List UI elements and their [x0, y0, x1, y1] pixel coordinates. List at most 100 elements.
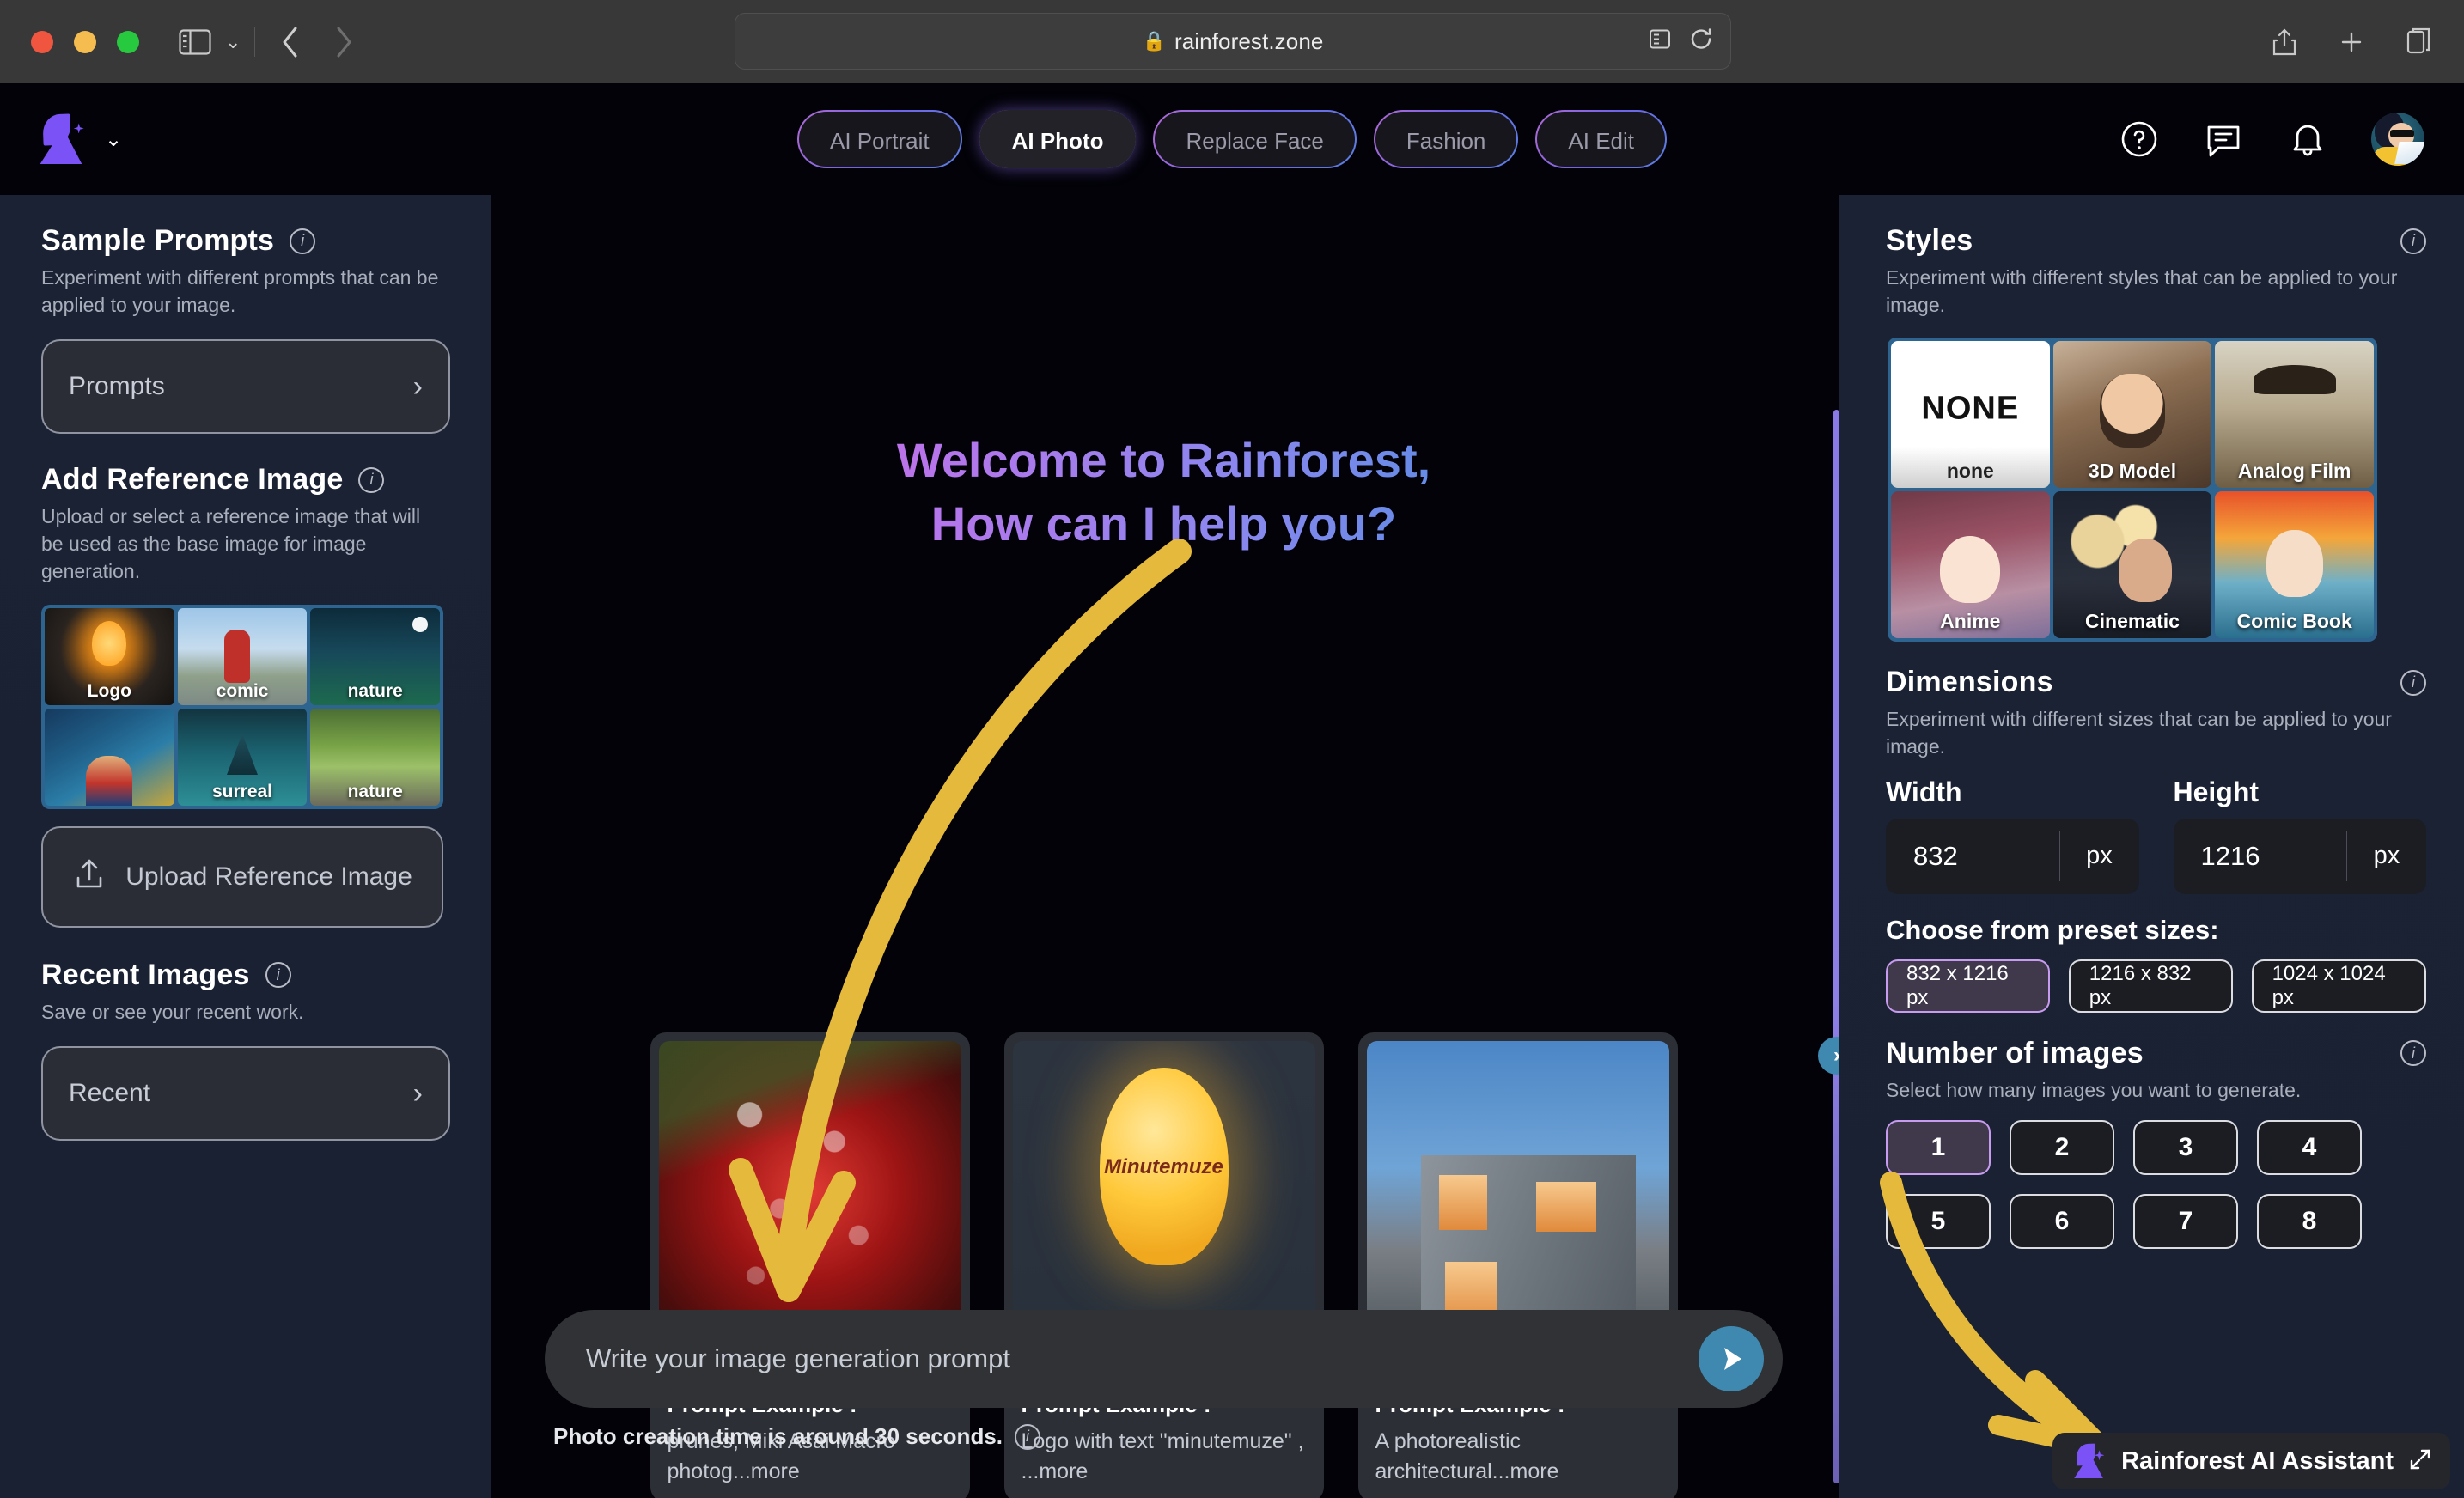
style-option-3d-model[interactable]: 3D Model: [2052, 341, 2212, 489]
width-input[interactable]: 832 px: [1886, 818, 2139, 894]
chevron-right-icon: ›: [412, 369, 423, 403]
maximize-window-button[interactable]: [117, 30, 139, 53]
reference-thumb-label: comic: [216, 680, 269, 701]
number-of-images-options: 1 2 3 4 5 6 7 8: [1886, 1119, 2426, 1249]
number-option-8[interactable]: 8: [2257, 1193, 2362, 1249]
tab-ai-portrait[interactable]: AI Portrait: [797, 110, 962, 168]
tab-replace-face[interactable]: Replace Face: [1153, 110, 1357, 168]
sample-prompts-subtitle: Experiment with different prompts that c…: [41, 266, 439, 316]
preset-size-options: 832 x 1216 px 1216 x 832 px 1024 x 1024 …: [1886, 959, 2426, 1013]
style-option-label: 3D Model: [2088, 460, 2177, 483]
number-option-5[interactable]: 5: [1886, 1193, 1991, 1249]
prompt-input-placeholder: Write your image generation prompt: [586, 1343, 1010, 1373]
reference-thumb-comic[interactable]: comic: [177, 607, 308, 705]
info-icon[interactable]: i: [265, 962, 291, 989]
preset-1216x832[interactable]: 1216 x 832 px: [2068, 959, 2233, 1013]
number-of-images-title: Number of images: [1886, 1036, 2144, 1069]
add-reference-title: Add Reference Image: [41, 463, 344, 496]
prompt-input[interactable]: Write your image generation prompt: [545, 1310, 1783, 1408]
reference-thumb-nature-forest[interactable]: nature: [310, 708, 440, 806]
height-value: 1216: [2200, 840, 2260, 871]
chevron-down-icon[interactable]: ⌄: [105, 127, 122, 152]
style-option-analog-film[interactable]: Analog Film: [2215, 341, 2374, 489]
help-circle-icon[interactable]: [2119, 119, 2160, 160]
reference-thumb-art[interactable]: Art: [45, 708, 174, 806]
tab-ai-photo[interactable]: AI Photo: [979, 110, 1137, 168]
reload-icon[interactable]: [1689, 27, 1713, 56]
preset-sizes-label: Choose from preset sizes:: [1886, 914, 2219, 945]
height-unit: px: [2373, 842, 2400, 870]
rainforest-logo-icon: [36, 113, 86, 164]
number-option-1[interactable]: 1: [1886, 1119, 1991, 1175]
preset-832x1216[interactable]: 832 x 1216 px: [1886, 959, 2050, 1013]
center-canvas: Welcome to Rainforest, How can I help yo…: [491, 195, 1836, 1498]
new-tab-icon[interactable]: [2339, 27, 2364, 57]
reference-thumb-label: surreal: [211, 781, 273, 801]
prompts-button[interactable]: Prompts ›: [41, 339, 450, 435]
number-option-4[interactable]: 4: [2257, 1119, 2362, 1175]
address-bar[interactable]: 🔒 rainforest.zone: [735, 13, 1731, 70]
reference-thumb-label: nature: [347, 781, 403, 801]
chat-bubble-icon[interactable]: [2203, 119, 2244, 160]
dimensions-subtitle: Experiment with different sizes that can…: [1886, 708, 2392, 758]
height-input[interactable]: 1216 px: [2173, 818, 2426, 894]
number-option-3[interactable]: 3: [2133, 1119, 2238, 1175]
send-icon[interactable]: [1699, 1326, 1764, 1391]
number-of-images-subtitle: Select how many images you want to gener…: [1886, 1078, 2302, 1101]
upload-reference-image-label: Upload Reference Image: [125, 862, 412, 891]
welcome-line-2: How can I help you?: [930, 496, 1397, 551]
number-option-7[interactable]: 7: [2133, 1193, 2238, 1249]
forward-arrow-icon[interactable]: [332, 25, 355, 59]
style-option-anime[interactable]: Anime: [1891, 491, 2050, 639]
number-option-2[interactable]: 2: [2010, 1119, 2114, 1175]
minimize-window-button[interactable]: [74, 30, 96, 53]
lock-icon: 🔒: [1142, 30, 1166, 52]
info-icon[interactable]: i: [290, 228, 316, 254]
sidebar-dropdown-chevron-icon[interactable]: ⌄: [225, 31, 241, 53]
reader-view-icon[interactable]: [1648, 27, 1672, 56]
sidebar-toggle-icon[interactable]: [179, 28, 211, 56]
none-style-word: NONE: [1921, 390, 2020, 427]
recent-button[interactable]: Recent ›: [41, 1046, 450, 1142]
close-window-button[interactable]: [31, 30, 53, 53]
info-icon[interactable]: i: [358, 466, 385, 493]
url-text: rainforest.zone: [1174, 27, 1324, 54]
upload-reference-image-button[interactable]: Upload Reference Image: [41, 825, 443, 928]
number-option-6[interactable]: 6: [2010, 1193, 2114, 1249]
reference-thumb-nature-city[interactable]: nature: [310, 607, 440, 705]
tab-ai-edit[interactable]: AI Edit: [1535, 110, 1667, 168]
reference-thumb-surreal[interactable]: surreal: [177, 708, 308, 806]
back-arrow-icon[interactable]: [279, 25, 302, 59]
tab-overview-icon[interactable]: [2406, 27, 2431, 57]
info-icon[interactable]: i: [2400, 669, 2426, 696]
info-icon[interactable]: i: [1015, 1423, 1041, 1450]
style-option-comic-book[interactable]: Comic Book: [2215, 491, 2374, 639]
info-icon[interactable]: i: [2400, 1040, 2426, 1067]
notification-bell-icon[interactable]: [2287, 119, 2328, 160]
recent-images-header: Recent Images i: [41, 959, 450, 992]
left-sidebar: Sample Prompts i Experiment with differe…: [0, 195, 491, 1498]
reference-thumb-logo[interactable]: Logo: [45, 607, 174, 705]
tab-fashion[interactable]: Fashion: [1373, 110, 1519, 168]
dimension-inputs: Width 832 px Height 1216 px: [1886, 776, 2426, 894]
style-option-label: Cinematic: [2085, 610, 2180, 633]
expand-diagonal-icon[interactable]: [2409, 1448, 2431, 1475]
bulb-text-label: Minutemuze: [1104, 1154, 1223, 1178]
info-icon[interactable]: i: [2400, 228, 2426, 254]
prompts-button-label: Prompts: [69, 372, 165, 401]
preset-1024x1024[interactable]: 1024 x 1024 px: [2251, 959, 2426, 1013]
sample-prompts-title: Sample Prompts: [41, 224, 275, 257]
style-option-cinematic[interactable]: Cinematic: [2052, 491, 2212, 639]
rainforest-ai-assistant-button[interactable]: Rainforest AI Assistant: [2052, 1433, 2450, 1489]
width-label: Width: [1886, 776, 1962, 807]
right-sidebar: Styles i Experiment with different style…: [1839, 195, 2464, 1498]
style-option-none[interactable]: NONE none: [1891, 341, 2050, 489]
styles-header: Styles i: [1886, 224, 2426, 258]
reference-image-grid: Logo comic nature Art surreal nature: [41, 604, 443, 809]
rainforest-logo-icon: [2071, 1443, 2106, 1478]
user-avatar[interactable]: [2371, 113, 2424, 166]
share-icon[interactable]: [2272, 27, 2297, 57]
prompt-input-area: Write your image generation prompt Photo…: [491, 1310, 1836, 1450]
brand-logo-group[interactable]: ⌄: [36, 113, 122, 164]
assistant-label: Rainforest AI Assistant: [2121, 1446, 2394, 1475]
